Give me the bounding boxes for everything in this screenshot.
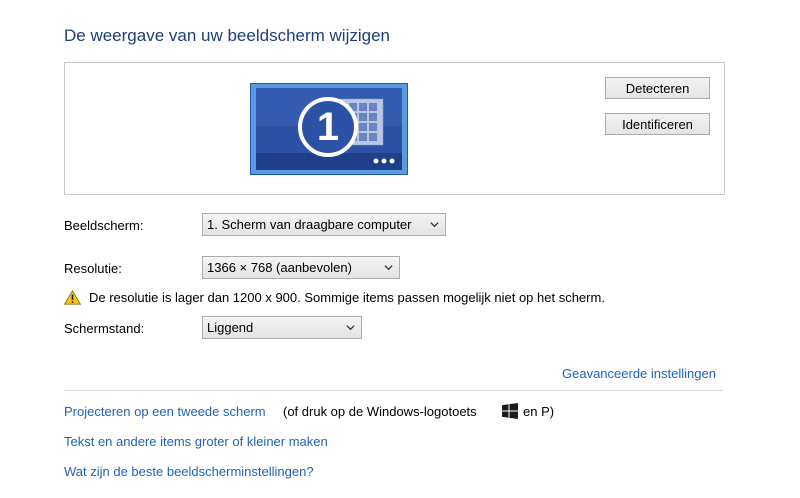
chevron-down-icon xyxy=(346,325,355,331)
project-second-screen-link[interactable]: Projecteren op een tweede scherm xyxy=(64,404,266,419)
text-size-link[interactable]: Tekst en andere items groter of kleiner … xyxy=(64,434,328,449)
detect-button[interactable]: Detecteren xyxy=(605,77,710,99)
orientation-select[interactable]: Liggend xyxy=(202,316,362,339)
chevron-down-icon xyxy=(430,222,439,228)
resolution-warning: De resolutie is lager dan 1200 x 900. So… xyxy=(64,290,605,305)
warning-text: De resolutie is lager dan 1200 x 900. So… xyxy=(89,290,605,305)
orientation-label: Schermstand: xyxy=(64,321,145,336)
orientation-select-value: Liggend xyxy=(207,320,254,335)
display-select-value: 1. Scherm van draagbare computer xyxy=(207,217,412,232)
advanced-settings-link[interactable]: Geavanceerde instellingen xyxy=(562,366,716,381)
identify-button[interactable]: Identificeren xyxy=(605,113,710,135)
monitor-preview-panel: 1 Detecteren Identificeren xyxy=(64,62,725,195)
page-title: De weergave van uw beeldscherm wijzigen xyxy=(64,26,390,45)
best-settings-link[interactable]: Wat zijn de beste beeldscherminstellinge… xyxy=(64,464,314,479)
resolution-select[interactable]: 1366 × 768 (aanbevolen) xyxy=(202,256,400,279)
project-hint-suffix: en P) xyxy=(523,404,555,419)
chevron-down-icon xyxy=(384,265,393,271)
monitor-1-thumbnail[interactable]: 1 xyxy=(249,82,409,176)
project-hint-text: (of druk op de Windows-logotoets xyxy=(283,404,477,419)
display-label: Beeldscherm: xyxy=(64,218,144,233)
display-select[interactable]: 1. Scherm van draagbare computer xyxy=(202,213,446,236)
windows-logo-icon xyxy=(502,403,518,419)
resolution-select-value: 1366 × 768 (aanbevolen) xyxy=(207,260,352,275)
divider xyxy=(64,390,723,391)
resolution-label: Resolutie: xyxy=(64,261,122,276)
monitor-number: 1 xyxy=(316,104,340,149)
warning-icon xyxy=(64,290,81,305)
